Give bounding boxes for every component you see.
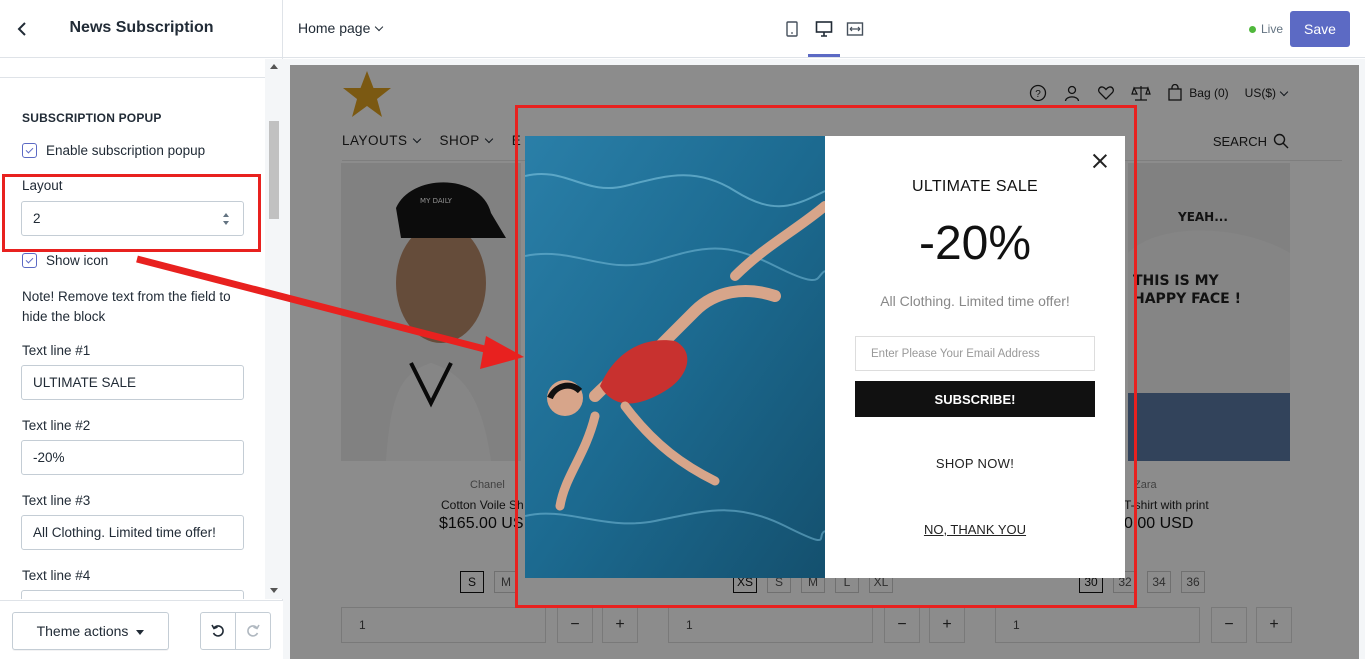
- theme-editor: News Subscription SUBSCRIPTION POPUP Ena…: [0, 0, 1365, 659]
- show-icon-label: Show icon: [46, 253, 109, 268]
- select-arrows-icon: [223, 213, 231, 225]
- text-line-2-label: Text line #2: [22, 418, 91, 433]
- layout-label: Layout: [22, 178, 63, 193]
- theme-actions-button[interactable]: Theme actions: [12, 612, 169, 650]
- undo-button[interactable]: [201, 613, 236, 649]
- scroll-up-arrow-icon[interactable]: [270, 64, 278, 69]
- no-thanks-link[interactable]: NO, THANK YOU: [825, 522, 1125, 537]
- active-view-indicator: [808, 54, 840, 57]
- text-line-4-input[interactable]: [21, 590, 244, 599]
- scrollbar-thumb[interactable]: [269, 121, 279, 219]
- page-selector[interactable]: Home page: [298, 20, 384, 36]
- subscription-popup: ULTIMATE SALE -20% All Clothing. Limited…: [525, 136, 1125, 578]
- mobile-view-button[interactable]: [781, 18, 803, 40]
- live-dot-icon: [1249, 25, 1256, 33]
- save-button[interactable]: Save: [1290, 11, 1350, 47]
- enable-popup-checkbox-row[interactable]: Enable subscription popup: [22, 143, 205, 158]
- redo-icon: [246, 624, 260, 637]
- note-text: Note! Remove text from the field to hide…: [22, 289, 231, 324]
- popup-line-1: ULTIMATE SALE: [911, 178, 1038, 195]
- undo-icon: [211, 624, 224, 637]
- show-icon-checkbox-row[interactable]: Show icon: [22, 253, 108, 268]
- undo-redo-group: [200, 612, 271, 650]
- layout-select-value: 2: [33, 211, 41, 226]
- text-line-3-input[interactable]: All Clothing. Limited time offer!: [21, 515, 244, 550]
- enable-popup-label: Enable subscription popup: [46, 143, 206, 158]
- text-line-1-input[interactable]: ULTIMATE SALE: [21, 365, 244, 400]
- fullscreen-view-button[interactable]: [844, 18, 866, 40]
- desktop-icon: [815, 21, 833, 37]
- text-line-3-label: Text line #3: [22, 493, 91, 508]
- shop-now-link[interactable]: SHOP NOW!: [825, 456, 1125, 471]
- scroll-down-arrow-icon[interactable]: [270, 588, 278, 593]
- popup-line-3: All Clothing. Limited time offer!: [880, 293, 1070, 309]
- enable-popup-checkbox[interactable]: [22, 143, 37, 158]
- chevron-down-icon: [375, 22, 384, 31]
- email-input[interactable]: Enter Please Your Email Address: [855, 336, 1095, 371]
- mobile-icon: [786, 21, 798, 37]
- live-label: Live: [1261, 22, 1284, 36]
- pool-swimmer-image: [525, 136, 825, 578]
- text-line-4-label: Text line #4: [22, 568, 91, 583]
- editor-topbar: Home page Live Save: [283, 0, 1365, 58]
- sidebar-title: News Subscription: [69, 19, 214, 36]
- popup-content: ULTIMATE SALE -20% All Clothing. Limited…: [825, 136, 1125, 578]
- divider: [0, 77, 265, 78]
- desktop-view-button[interactable]: [813, 18, 835, 40]
- section-title: SUBSCRIPTION POPUP: [22, 111, 162, 125]
- popup-image: [525, 136, 825, 578]
- sidebar-header: News Subscription: [0, 0, 283, 58]
- sidebar-scroll-area: SUBSCRIPTION POPUP Enable subscription p…: [0, 59, 265, 599]
- theme-actions-label: Theme actions: [36, 623, 129, 639]
- text-line-1-label: Text line #1: [22, 343, 91, 358]
- sidebar-footer: Theme actions: [0, 600, 283, 659]
- redo-button[interactable]: [236, 613, 271, 649]
- live-status: Live: [1249, 22, 1283, 36]
- subscribe-button[interactable]: SUBSCRIBE!: [855, 381, 1095, 417]
- caret-down-icon: [136, 630, 145, 635]
- close-icon[interactable]: [1091, 152, 1109, 170]
- fullscreen-icon: [846, 22, 864, 36]
- sidebar-scrollbar[interactable]: [265, 59, 283, 599]
- layout-select[interactable]: 2: [21, 201, 244, 236]
- text-line-2-input[interactable]: -20%: [21, 440, 244, 475]
- show-icon-checkbox[interactable]: [22, 253, 37, 268]
- popup-line-2: -20%: [918, 217, 1032, 270]
- settings-sidebar: News Subscription SUBSCRIPTION POPUP Ena…: [0, 0, 283, 659]
- page-selector-label: Home page: [298, 20, 371, 36]
